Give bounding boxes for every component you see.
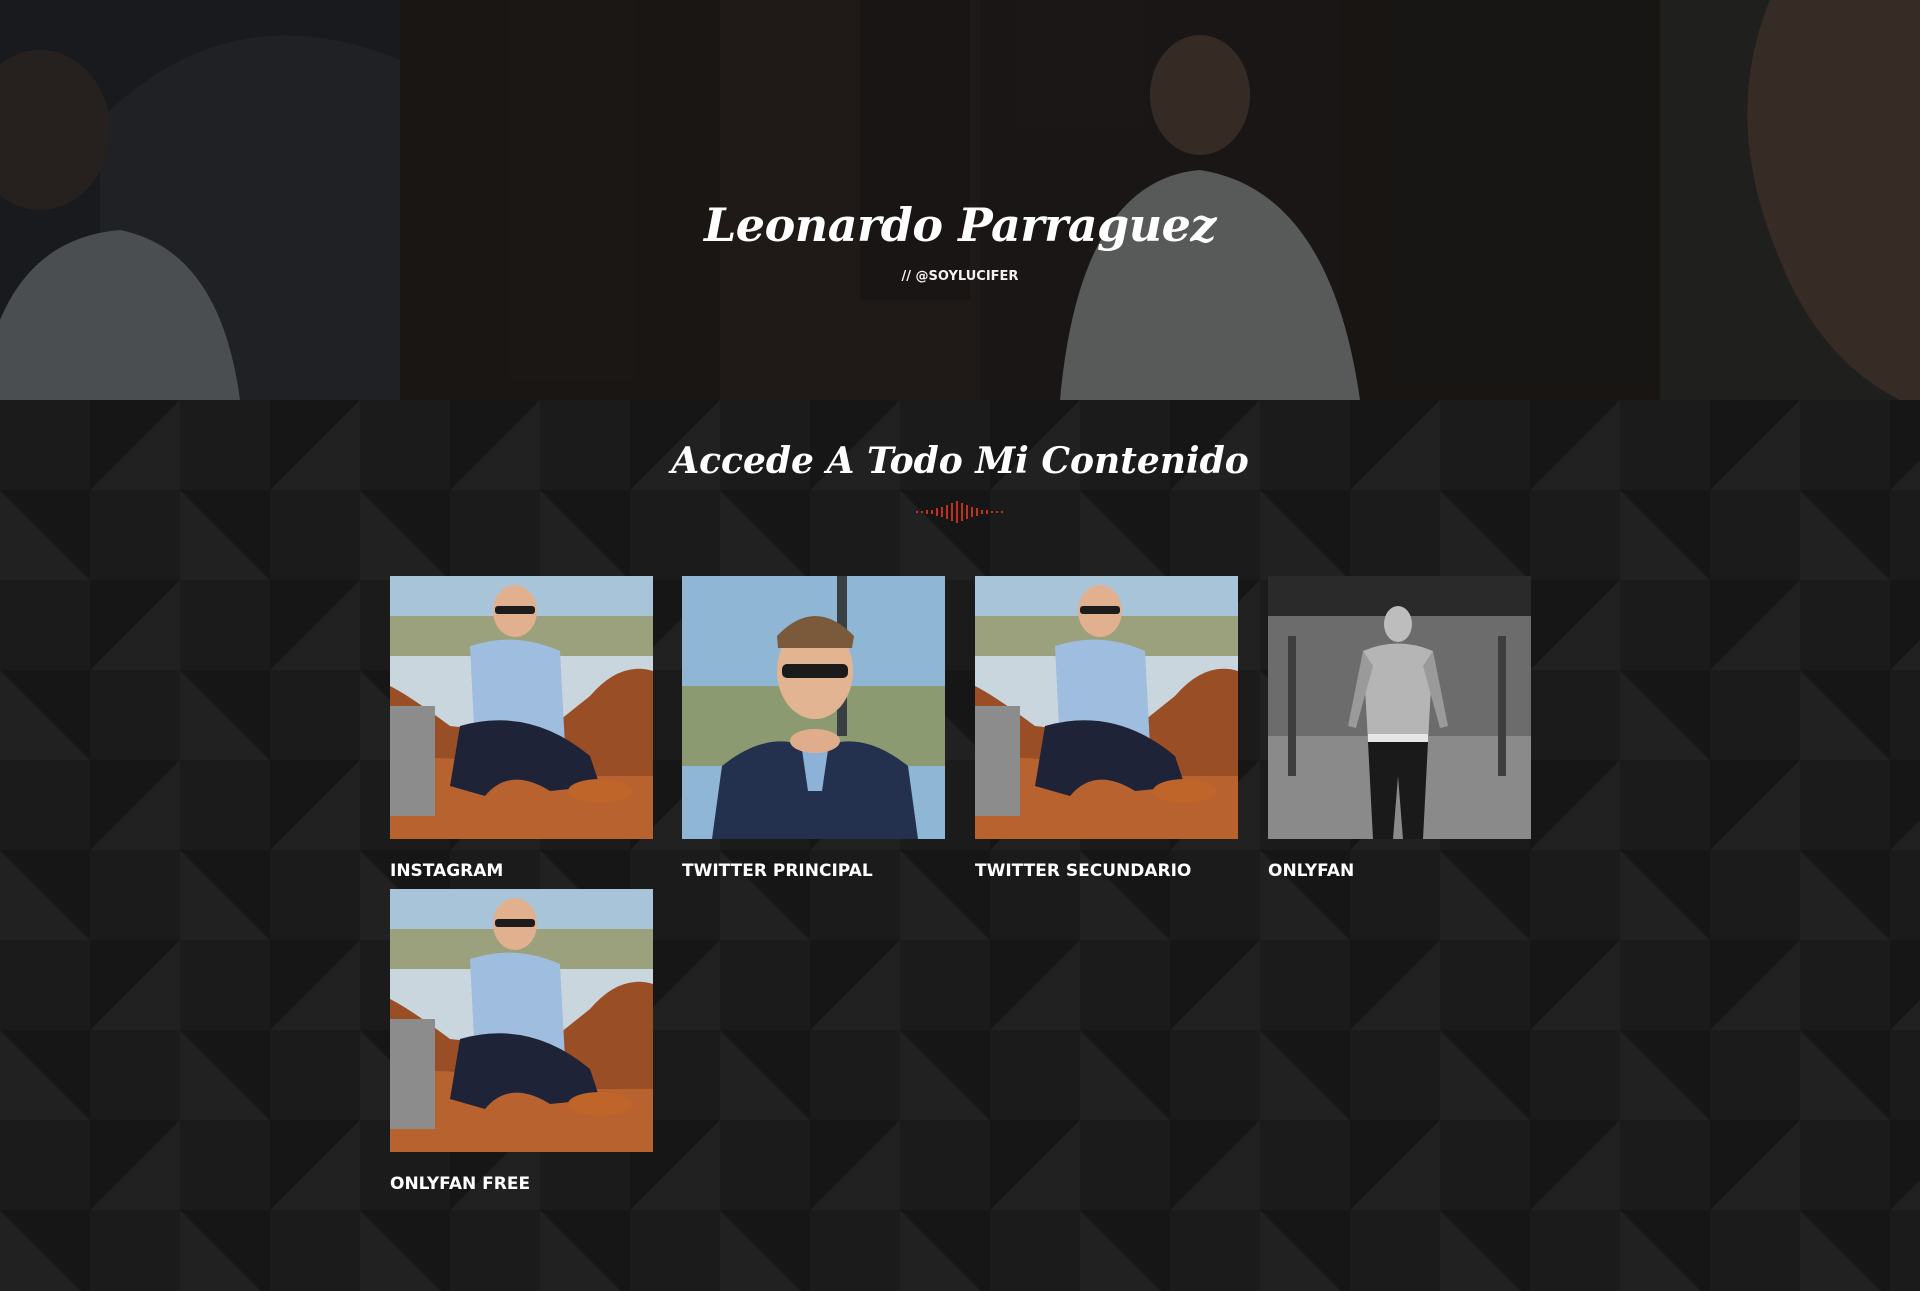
man-on-leather-sofa-photo <box>975 576 1238 839</box>
link-card-instagram: INSTAGRAM <box>390 576 653 881</box>
onlyfan-link[interactable]: ONLYFAN <box>1268 861 1531 881</box>
hero-banner: Leonardo Parraguez // @SOYLUCIFER <box>0 0 1920 400</box>
twitter-secundario-thumbnail[interactable] <box>975 576 1238 839</box>
link-card-twitter-principal: TWITTER PRINCIPAL <box>682 576 945 881</box>
section-title: Accede A Todo Mi Contenido <box>671 440 1249 482</box>
twitter-principal-link[interactable]: TWITTER PRINCIPAL <box>682 861 945 881</box>
profile-handle: // @SOYLUCIFER <box>901 269 1019 284</box>
link-card-onlyfan-free: ONLYFAN FREE <box>390 889 653 1194</box>
man-on-leather-sofa-photo <box>390 576 653 839</box>
onlyfan-thumbnail[interactable] <box>1268 576 1531 839</box>
twitter-principal-thumbnail[interactable] <box>682 576 945 839</box>
link-card-onlyfan: ONLYFAN <box>1268 576 1531 881</box>
profile-name: Leonardo Parraguez <box>703 198 1217 252</box>
man-in-blazer-portrait-photo <box>682 576 945 839</box>
man-on-leather-sofa-photo <box>390 889 653 1152</box>
instagram-thumbnail[interactable] <box>390 576 653 839</box>
instagram-link[interactable]: INSTAGRAM <box>390 861 653 881</box>
shirtless-man-parking-garage-photo <box>1268 576 1531 839</box>
onlyfan-free-thumbnail[interactable] <box>390 889 653 1152</box>
twitter-secundario-link[interactable]: TWITTER SECUNDARIO <box>975 861 1238 881</box>
onlyfan-free-link[interactable]: ONLYFAN FREE <box>390 1174 653 1194</box>
links-section <box>0 400 1920 1291</box>
sound-wave-divider-icon <box>916 501 1003 523</box>
link-card-twitter-secundario: TWITTER SECUNDARIO <box>975 576 1238 881</box>
